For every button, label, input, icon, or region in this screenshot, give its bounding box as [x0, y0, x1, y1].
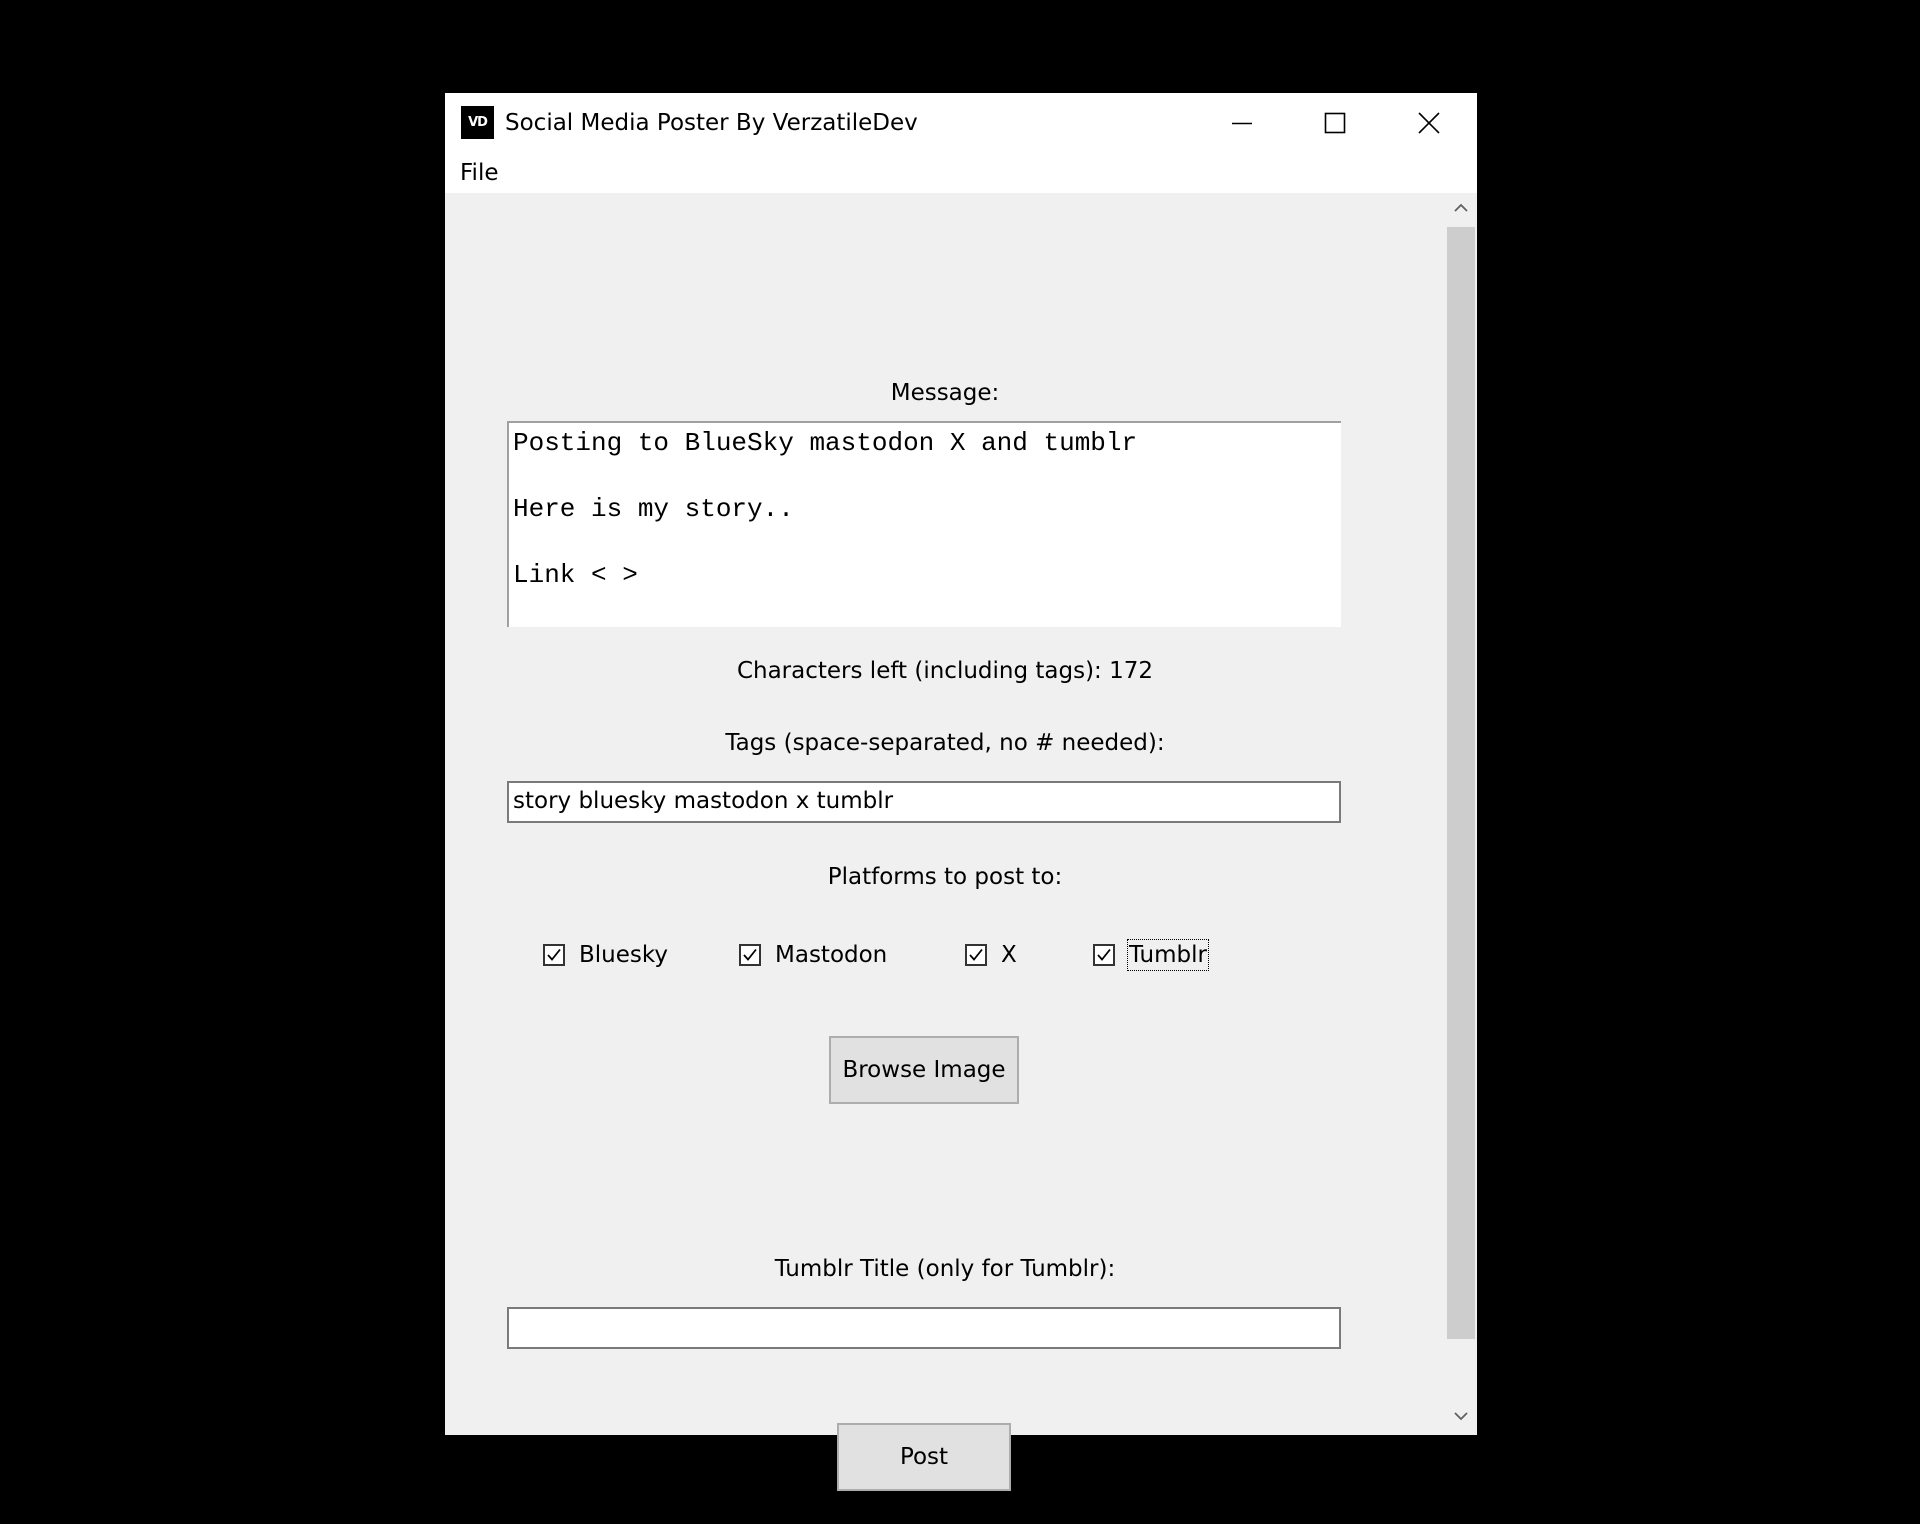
scroll-down-button[interactable]: [1445, 1399, 1477, 1433]
minimize-button[interactable]: [1195, 93, 1289, 153]
main-content: Message: Posting to BlueSky mastodon X a…: [445, 193, 1445, 1491]
message-textarea[interactable]: Posting to BlueSky mastodon X and tumblr…: [507, 421, 1341, 627]
checkbox-tumblr[interactable]: Tumblr: [1093, 938, 1209, 972]
minimize-icon: [1232, 122, 1252, 125]
scroll-up-button[interactable]: [1445, 193, 1477, 227]
title-bar[interactable]: VD Social Media Poster By VerzatileDev: [445, 93, 1477, 153]
close-button[interactable]: [1382, 93, 1476, 153]
chevron-down-icon: [1454, 1412, 1468, 1421]
menu-bar: File: [445, 153, 1477, 193]
checkmark-icon: [969, 948, 983, 961]
checkbox-box[interactable]: [543, 944, 565, 966]
app-window: VD Social Media Poster By VerzatileDev F…: [445, 93, 1477, 1491]
checkbox-mastodon[interactable]: Mastodon: [739, 938, 888, 972]
maximize-icon: [1324, 112, 1346, 134]
checkbox-bluesky[interactable]: Bluesky: [543, 938, 669, 972]
checkbox-label-bluesky: Bluesky: [579, 942, 668, 968]
checkbox-x[interactable]: X: [965, 938, 1018, 972]
checkbox-box[interactable]: [965, 944, 987, 966]
app-logo-icon: VD: [461, 106, 494, 139]
tumblr-title-input[interactable]: [507, 1307, 1341, 1349]
close-icon: [1418, 112, 1440, 134]
checkbox-box[interactable]: [1093, 944, 1115, 966]
vertical-scrollbar[interactable]: [1445, 193, 1477, 1435]
checkbox-label-tumblr: Tumblr: [1127, 939, 1209, 971]
tags-label: Tags (space-separated, no # needed):: [725, 730, 1165, 756]
checkmark-icon: [1097, 948, 1111, 961]
post-button[interactable]: Post: [837, 1423, 1011, 1491]
browse-image-button[interactable]: Browse Image: [829, 1036, 1019, 1104]
window-title: Social Media Poster By VerzatileDev: [505, 110, 918, 136]
maximize-button[interactable]: [1288, 93, 1382, 153]
tags-input[interactable]: story bluesky mastodon x tumblr: [507, 781, 1341, 823]
platforms-label: Platforms to post to:: [827, 864, 1063, 890]
checkmark-icon: [547, 948, 561, 961]
checkbox-box[interactable]: [739, 944, 761, 966]
characters-left-label: Characters left (including tags): 172: [736, 658, 1154, 684]
tumblr-title-label: Tumblr Title (only for Tumblr):: [774, 1256, 1116, 1282]
checkbox-label-x: X: [1001, 942, 1017, 968]
message-label: Message:: [890, 380, 1000, 406]
checkmark-icon: [743, 948, 757, 961]
scroll-thumb[interactable]: [1447, 227, 1475, 1339]
menu-file[interactable]: File: [460, 158, 499, 188]
checkbox-label-mastodon: Mastodon: [775, 942, 888, 968]
chevron-up-icon: [1454, 203, 1468, 212]
